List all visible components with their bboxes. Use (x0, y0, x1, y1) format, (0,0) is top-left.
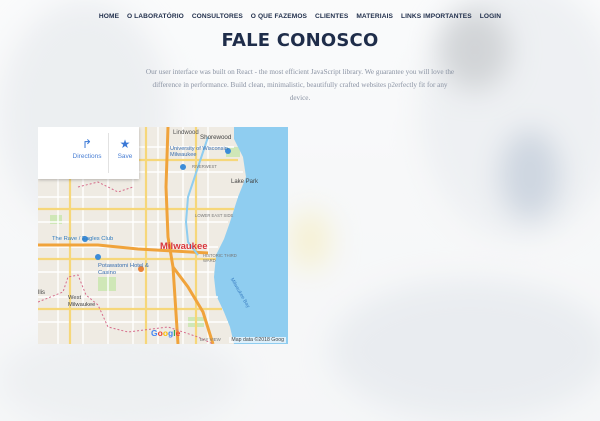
map-label-lake-park: Lake Park (231, 179, 259, 185)
map-label-riverwest: RIVERWEST (192, 164, 217, 169)
save-button[interactable]: ★ Save (100, 137, 150, 160)
map-label-ellis: llis (38, 290, 45, 296)
map-label-university: University of Wisconsin-Milwaukee (170, 146, 230, 158)
map-label-potawatomi: Potawatomi Hotel & Casino (98, 263, 149, 276)
nav-login[interactable]: LOGIN (480, 13, 501, 20)
map-label-west-milwaukee: West Milwaukee (68, 295, 96, 308)
map-label-bay-view: BAY VIEW (200, 337, 221, 342)
nav-o-laboratorio[interactable]: O LABORATÓRIO (127, 13, 184, 20)
star-icon: ★ (119, 137, 131, 151)
nav-clientes[interactable]: CLIENTES (315, 13, 348, 20)
map-label-lindwood: Lindwood (173, 130, 199, 136)
map-label-rave: The Rave / Eagles Club (52, 236, 114, 242)
main-nav: HOME O LABORATÓRIO CONSULTORES O QUE FAZ… (0, 13, 600, 20)
nav-links-importantes[interactable]: LINKS IMPORTANTES (401, 13, 472, 20)
nav-materiais[interactable]: MATERIAIS (356, 13, 393, 20)
intro-text: Our user interface was built on React - … (145, 68, 455, 102)
page-title: FALE CONOSCO (221, 30, 379, 51)
google-map[interactable]: Lindwood Shorewood University of Wiscons… (38, 127, 288, 344)
map-attribution[interactable]: Map data ©2018 Goog (229, 337, 286, 343)
save-label: Save (117, 153, 133, 160)
map-label-shorewood: Shorewood (200, 134, 232, 141)
map-label-lower-east-side: LOWER EAST SIDE (195, 213, 234, 218)
directions-label: Directions (72, 153, 102, 160)
nav-o-que-fazemos[interactable]: O QUE FAZEMOS (251, 13, 307, 20)
nav-consultores[interactable]: CONSULTORES (192, 13, 243, 20)
map-label-historic-third: HISTORIC THIRD WARD (203, 253, 237, 263)
map-label-milwaukee: Milwaukee (160, 241, 208, 252)
google-logo[interactable]: Google (151, 328, 180, 338)
nav-home[interactable]: HOME (99, 13, 119, 20)
map-info-card: ↱ Directions ★ Save (38, 127, 139, 179)
